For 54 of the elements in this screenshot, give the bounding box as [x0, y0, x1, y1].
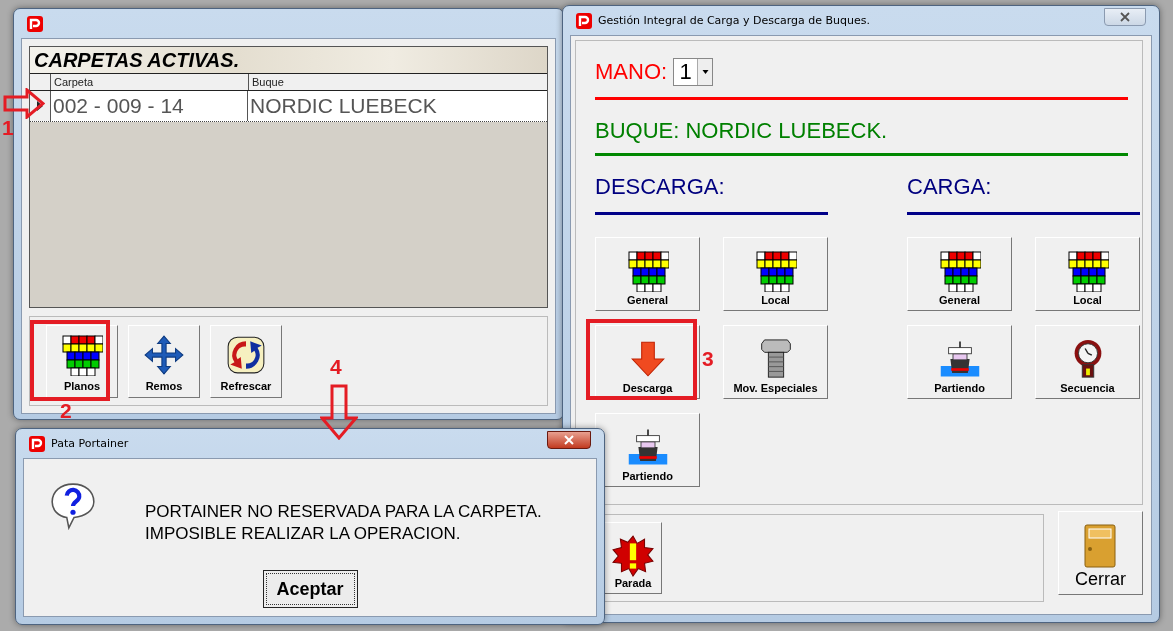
- dropdown-caret-icon: [701, 70, 709, 74]
- column-header[interactable]: Buque: [249, 74, 547, 90]
- app-icon: [27, 15, 43, 32]
- grid-icon: [1066, 250, 1109, 292]
- grid-icon: [754, 250, 797, 292]
- question-bubble-icon: [48, 481, 98, 531]
- table-cell: 002 - 009 - 14: [51, 91, 248, 121]
- action-button[interactable]: Local: [1035, 237, 1140, 311]
- vessel-label: BUQUE: NORDIC LUEBECK.: [595, 118, 889, 145]
- exit-door-icon: [1082, 523, 1119, 569]
- section-heading: CARGA:: [907, 174, 993, 201]
- app-icon: [576, 12, 592, 29]
- annotation-number: 4: [330, 356, 342, 377]
- annotation-arrow: [3, 88, 45, 119]
- action-button[interactable]: Mov. Especiales: [723, 325, 828, 399]
- message-text: PORTAINER NO RESERVADA PARA LA CARPETA.: [145, 501, 542, 523]
- grid-icon: [938, 250, 981, 292]
- close-window-button[interactable]: Cerrar: [1057, 511, 1143, 595]
- toolbar-button[interactable]: Remos: [128, 325, 200, 398]
- grid-icon: [61, 334, 103, 376]
- dialog-title: Pata Portainer: [51, 437, 129, 450]
- app-icon: [29, 435, 45, 452]
- annotation-number: 2: [60, 400, 72, 421]
- close-icon: [1120, 11, 1130, 22]
- action-button[interactable]: Descarga: [595, 325, 700, 399]
- refresh-icon: [225, 334, 267, 376]
- annotation-number: 1: [2, 117, 14, 138]
- action-button[interactable]: General: [595, 237, 700, 311]
- action-button[interactable]: General: [907, 237, 1012, 311]
- grid-heading: CARPETAS ACTIVAS.: [30, 47, 547, 73]
- close-button[interactable]: [1104, 7, 1146, 26]
- close-icon: [564, 434, 574, 445]
- row-pointer-icon: [37, 101, 43, 111]
- section-heading: DESCARGA:: [595, 174, 726, 201]
- toolbar-button[interactable]: Refrescar: [210, 325, 282, 398]
- message-text: IMPOSIBLE REALIZAR LA OPERACION.: [145, 523, 462, 545]
- mano-label: MANO:: [595, 59, 668, 85]
- action-button[interactable]: Partiendo: [595, 413, 700, 487]
- close-button[interactable]: [547, 430, 591, 449]
- grid-icon: [626, 250, 669, 292]
- annotation-number: 3: [702, 348, 714, 369]
- action-button[interactable]: Local: [723, 237, 828, 311]
- action-button[interactable]: Secuencia: [1035, 325, 1140, 399]
- annotation-arrow: [320, 384, 358, 440]
- move-arrows-icon: [143, 334, 185, 376]
- table-cell-text: NORDIC LUEBECK: [249, 93, 438, 119]
- column-header[interactable]: Carpeta: [51, 74, 249, 90]
- mano-dropdown[interactable]: 1: [673, 58, 714, 86]
- toolbar-button[interactable]: Planos: [46, 325, 118, 398]
- alert-burst-icon: [612, 535, 654, 577]
- accept-button[interactable]: Aceptar: [262, 570, 358, 608]
- action-button[interactable]: Partiendo: [907, 325, 1012, 399]
- grid-row[interactable]: 002 - 009 - 14 NORDIC LUEBECK: [30, 90, 547, 122]
- window-title: Gestión Integral de Carga y Descarga de Buques.: [598, 14, 870, 27]
